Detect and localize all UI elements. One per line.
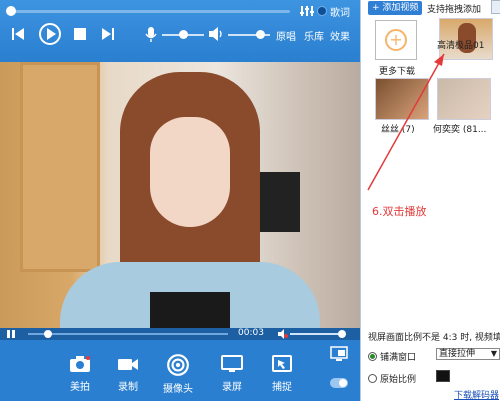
video-volume-track[interactable] <box>290 333 340 335</box>
toolbar-record-button[interactable]: 录制 <box>108 354 148 393</box>
option-original-label: 原始比例 <box>380 375 417 385</box>
bottom-toolbar: 美拍 录制 摄像头 录屏 捕捉 <box>0 340 360 401</box>
video-volume-thumb[interactable] <box>338 330 346 338</box>
capture-icon <box>272 355 292 372</box>
lyrics-label[interactable]: 歌词 <box>330 4 350 19</box>
annotation-text: 6.双击播放 <box>372 205 427 218</box>
background-color-swatch[interactable] <box>436 370 450 382</box>
song-library-button[interactable]: 乐库 <box>304 28 324 43</box>
video-preview[interactable] <box>0 62 360 328</box>
aspect-ratio-hint: 视屏画面比例不是 4:3 时, 视频填 <box>368 333 500 343</box>
stretch-mode-select[interactable]: 直接拉伸 ▼ <box>436 348 500 360</box>
play-icon[interactable] <box>38 22 62 46</box>
player-top-bar: 歌词 原唱 乐库 效果 <box>0 0 360 62</box>
video-control-bar: 00:03 <box>0 328 360 340</box>
lyrics-toggle[interactable] <box>317 6 327 16</box>
equalizer-icon[interactable] <box>300 4 314 18</box>
chevron-down-icon: ▼ <box>490 349 497 358</box>
video-person-face <box>150 117 230 227</box>
option-fill-label: 铺满窗口 <box>380 353 417 363</box>
mute-icon[interactable] <box>278 329 288 339</box>
drag-hint-tab[interactable]: 支持拖拽添加 <box>427 2 481 15</box>
toolbar-label: 录屏 <box>222 382 242 393</box>
option-original-ratio[interactable]: 原始比例 <box>368 372 416 385</box>
toggle-switch-icon[interactable] <box>330 378 348 388</box>
mic-level-thumb[interactable] <box>179 30 188 39</box>
player-panel: 歌词 原唱 乐库 效果 00:03 美拍 录制 摄像头 录屏 捕捉 <box>0 0 360 401</box>
original-vocals-button[interactable]: 原唱 <box>276 28 296 43</box>
radio-original[interactable] <box>368 374 377 383</box>
panel-tab-more[interactable] <box>491 0 500 14</box>
screen-mode-icon[interactable] <box>330 346 348 362</box>
radio-fill[interactable] <box>368 352 377 361</box>
webcam-icon <box>167 354 189 376</box>
download-decoder-link[interactable]: 下载解码器 <box>454 388 499 401</box>
stop-icon[interactable] <box>72 24 88 44</box>
video-person-top <box>150 292 230 328</box>
video-seek-thumb[interactable] <box>44 330 52 338</box>
toolbar-screen-record-button[interactable]: 录屏 <box>212 354 252 393</box>
next-icon[interactable] <box>100 24 116 44</box>
video-scene-door <box>20 62 100 272</box>
toolbar-label: 摄像头 <box>163 384 193 395</box>
pause-icon[interactable] <box>6 330 16 338</box>
speaker-icon[interactable] <box>208 24 224 44</box>
video-seek-track[interactable] <box>28 333 228 335</box>
video-camera-icon <box>118 359 138 370</box>
volume-thumb[interactable] <box>255 30 265 39</box>
toolbar-webcam-button[interactable]: 摄像头 <box>158 354 198 395</box>
video-time: 00:03 <box>238 328 264 338</box>
effects-button[interactable]: 效果 <box>330 28 350 43</box>
audio-seek-bar[interactable] <box>8 10 290 13</box>
toolbar-label: 捕捉 <box>272 382 292 393</box>
audio-seek-thumb[interactable] <box>6 6 16 16</box>
previous-icon[interactable] <box>10 24 26 44</box>
add-video-button[interactable]: + 添加视频 <box>368 1 423 15</box>
toolbar-label: 录制 <box>118 382 138 393</box>
monitor-icon <box>221 355 243 372</box>
toolbar-beauty-button[interactable]: 美拍 <box>60 354 100 393</box>
option-fill-window[interactable]: 铺满窗口 <box>368 350 416 363</box>
microphone-icon[interactable] <box>145 24 157 44</box>
toolbar-capture-button[interactable]: 捕捉 <box>262 354 302 393</box>
annotation-arrow <box>367 53 445 191</box>
toolbar-label: 美拍 <box>70 382 90 393</box>
camera-icon <box>70 356 90 372</box>
stretch-mode-value: 直接拉伸 <box>439 349 476 359</box>
